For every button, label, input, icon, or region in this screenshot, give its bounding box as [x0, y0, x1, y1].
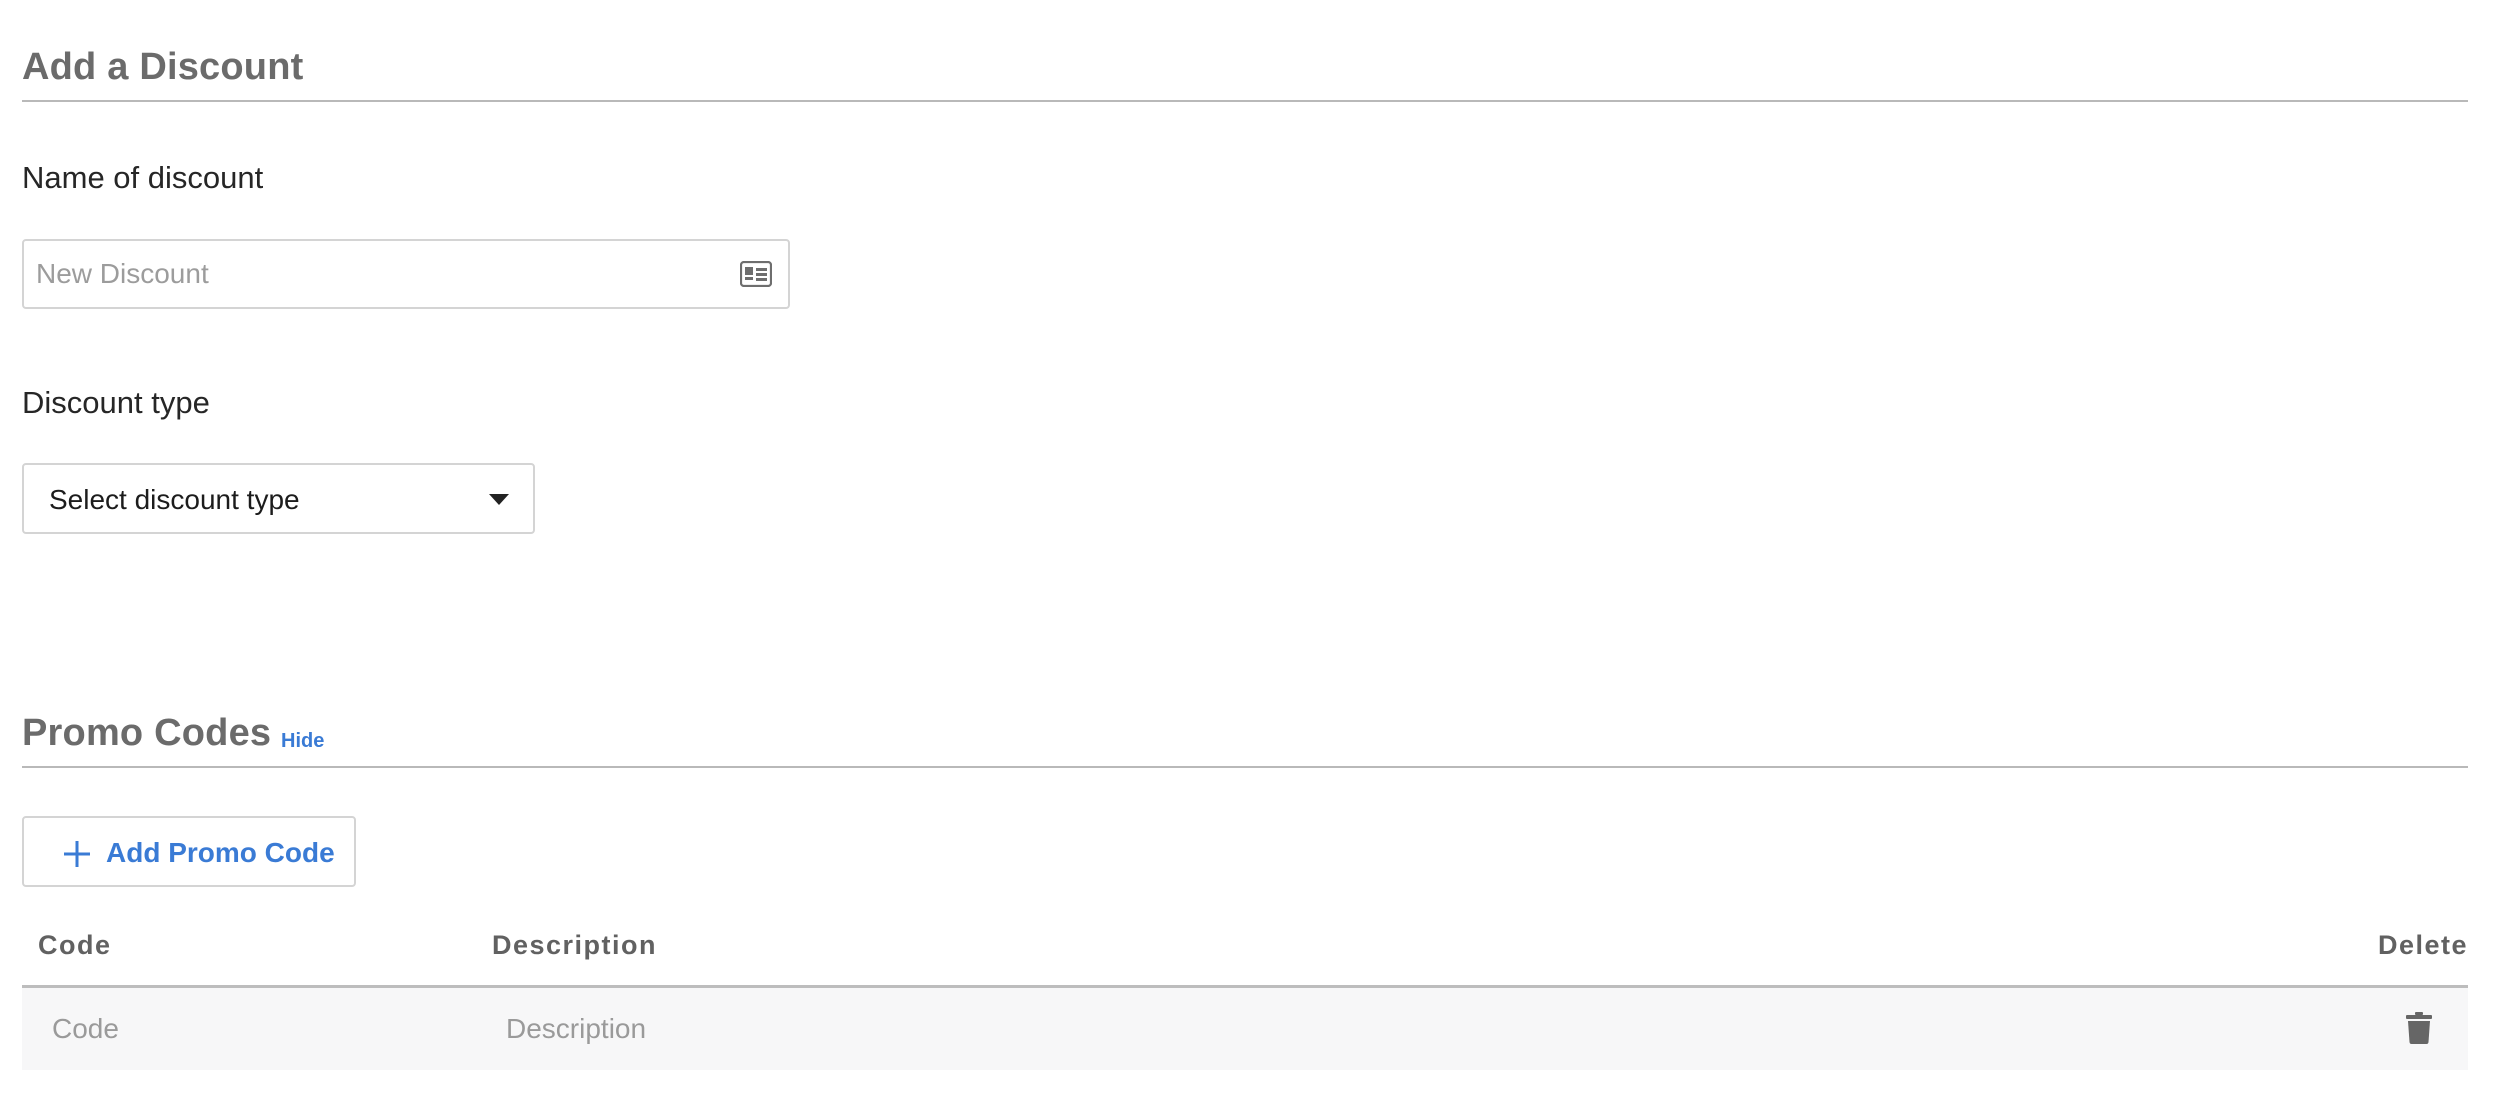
column-header-delete: Delete: [2377, 930, 2468, 960]
column-header-description: Description: [492, 930, 658, 960]
trash-icon[interactable]: [2406, 1012, 2432, 1044]
discount-name-input[interactable]: [36, 243, 736, 305]
promo-code-input[interactable]: [52, 1004, 472, 1054]
discount-name-field[interactable]: [22, 239, 790, 309]
discount-type-select[interactable]: Select discount type: [22, 463, 535, 534]
promo-codes-heading: Promo Codes: [22, 712, 272, 754]
plus-icon: [64, 841, 90, 867]
discount-name-label: Name of discount: [22, 160, 264, 195]
add-promo-code-button[interactable]: Add Promo Code: [22, 816, 356, 887]
table-row: [22, 988, 2468, 1070]
section-divider: [22, 766, 2468, 768]
discount-type-label: Discount type: [22, 385, 210, 420]
section-divider: [22, 100, 2468, 102]
caret-down-icon: [489, 494, 509, 505]
add-discount-heading: Add a Discount: [22, 46, 304, 88]
column-header-code: Code: [38, 930, 112, 960]
hide-promo-codes-link[interactable]: Hide: [281, 730, 324, 753]
promo-description-input[interactable]: [506, 1004, 2006, 1054]
discount-type-selected-value: Select discount type: [49, 484, 300, 515]
add-promo-code-label: Add Promo Code: [106, 837, 335, 868]
id-card-icon: [740, 261, 772, 287]
add-discount-page: Add a Discount Name of discount Discount…: [0, 0, 2494, 1106]
